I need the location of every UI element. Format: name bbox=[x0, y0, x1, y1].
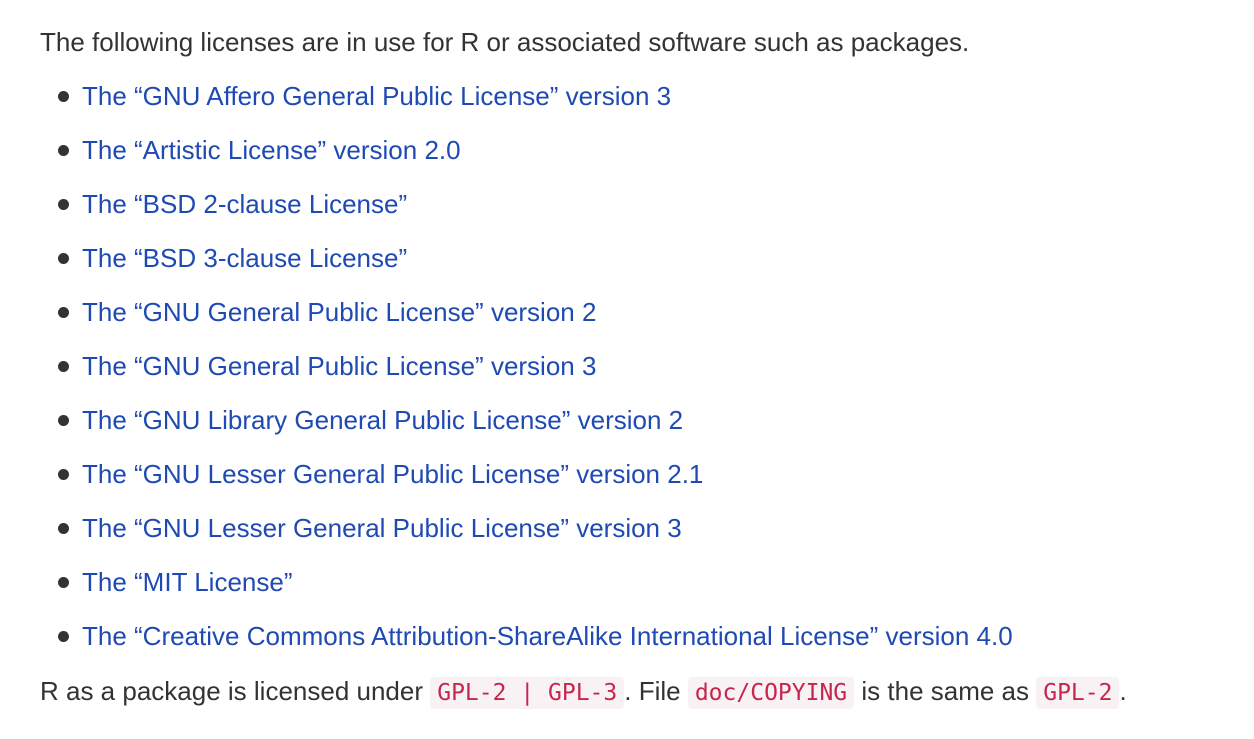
bullet-icon bbox=[58, 253, 69, 264]
license-list: The “GNU Affero General Public License” … bbox=[40, 76, 1240, 670]
license-link-cc-by-sa-4[interactable]: The “Creative Commons Attribution-ShareA… bbox=[82, 621, 1013, 651]
bullet-icon bbox=[58, 631, 69, 642]
list-item: The “Artistic License” version 2.0 bbox=[40, 130, 1240, 184]
list-item: The “BSD 2-clause License” bbox=[40, 184, 1240, 238]
bullet-icon bbox=[58, 523, 69, 534]
license-link-artistic-2[interactable]: The “Artistic License” version 2.0 bbox=[82, 135, 461, 165]
license-link-lgpl-2[interactable]: The “GNU Library General Public License”… bbox=[82, 405, 683, 435]
package-license-statement: R as a package is licensed under GPL-2 |… bbox=[40, 671, 1240, 713]
bullet-icon bbox=[58, 91, 69, 102]
list-item: The “Creative Commons Attribution-ShareA… bbox=[40, 616, 1240, 670]
list-item: The “GNU Affero General Public License” … bbox=[40, 76, 1240, 130]
bullet-icon bbox=[58, 307, 69, 318]
statement-text-2: . File bbox=[624, 676, 688, 706]
statement-text-4: . bbox=[1119, 676, 1127, 706]
bullet-icon bbox=[58, 469, 69, 480]
license-link-bsd-3[interactable]: The “BSD 3-clause License” bbox=[82, 243, 407, 273]
bullet-icon bbox=[58, 577, 69, 588]
bullet-icon bbox=[58, 145, 69, 156]
list-item: The “GNU Library General Public License”… bbox=[40, 400, 1240, 454]
bullet-icon bbox=[58, 361, 69, 372]
license-code-gpl-2: GPL-2 bbox=[1036, 677, 1120, 709]
license-code-gpl-2-or-3: GPL-2 | GPL-3 bbox=[430, 677, 625, 709]
bullet-icon bbox=[58, 199, 69, 210]
license-link-gpl-3[interactable]: The “GNU General Public License” version… bbox=[82, 351, 596, 381]
statement-text-1: R as a package is licensed under bbox=[40, 676, 431, 706]
intro-paragraph: The following licenses are in use for R … bbox=[40, 27, 970, 57]
statement-text-3: is the same as bbox=[854, 676, 1037, 706]
license-link-lgpl-3[interactable]: The “GNU Lesser General Public License” … bbox=[82, 513, 682, 543]
license-link-lgpl-2-1[interactable]: The “GNU Lesser General Public License” … bbox=[82, 459, 703, 489]
license-link-agpl-3[interactable]: The “GNU Affero General Public License” … bbox=[82, 81, 671, 111]
list-item: The “GNU General Public License” version… bbox=[40, 346, 1240, 400]
list-item: The “MIT License” bbox=[40, 562, 1240, 616]
file-code-doc-copying: doc/COPYING bbox=[687, 677, 855, 709]
license-link-mit[interactable]: The “MIT License” bbox=[82, 567, 292, 597]
license-document: The following licenses are in use for R … bbox=[40, 22, 1240, 739]
license-link-bsd-2[interactable]: The “BSD 2-clause License” bbox=[82, 189, 407, 219]
list-item: The “GNU Lesser General Public License” … bbox=[40, 454, 1240, 508]
list-item: The “BSD 3-clause License” bbox=[40, 238, 1240, 292]
license-link-gpl-2[interactable]: The “GNU General Public License” version… bbox=[82, 297, 596, 327]
bullet-icon bbox=[58, 415, 69, 426]
list-item: The “GNU General Public License” version… bbox=[40, 292, 1240, 346]
list-item: The “GNU Lesser General Public License” … bbox=[40, 508, 1240, 562]
